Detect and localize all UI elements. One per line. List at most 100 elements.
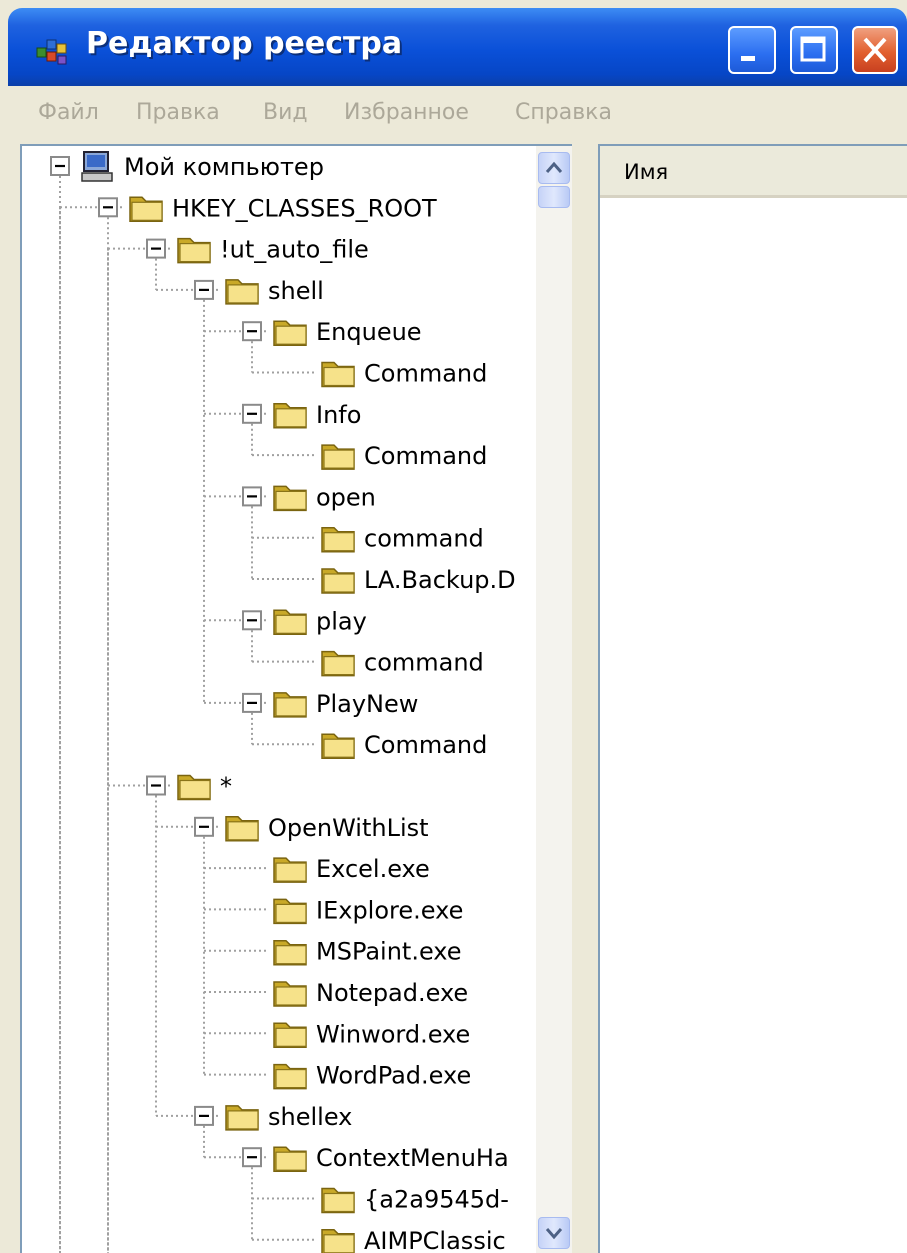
tree-node[interactable]: Command: [321, 731, 487, 759]
folder-icon: [321, 568, 355, 594]
collapse-toggle[interactable]: [242, 486, 262, 507]
tree-node-label: Notepad.exe: [316, 979, 468, 1007]
tree-node[interactable]: Notepad.exe: [273, 979, 468, 1007]
tree-node-label: open: [316, 483, 376, 511]
tree-node[interactable]: Enqueue: [242, 318, 422, 346]
collapse-toggle[interactable]: [242, 403, 262, 424]
tree-node-label: OpenWithList: [268, 814, 429, 842]
tree-node-label: PlayNew: [316, 690, 418, 718]
collapse-toggle[interactable]: [50, 156, 70, 176]
folder-icon: [273, 692, 307, 718]
tree-node-label: play: [316, 607, 367, 635]
tree-node[interactable]: {a2a9545d-: [321, 1186, 509, 1214]
tree-node-label: !ut_auto_file: [220, 236, 369, 264]
tree-node-label: Мой компьютер: [124, 153, 324, 181]
folder-icon: [273, 857, 307, 883]
collapse-toggle[interactable]: [194, 816, 214, 837]
tree-node[interactable]: Command: [321, 442, 487, 470]
tree-node-label: MSPaint.exe: [316, 938, 462, 966]
tree-node[interactable]: OpenWithList: [194, 814, 429, 842]
collapse-toggle[interactable]: [242, 1147, 262, 1168]
menu-bar: Файл Правка Вид Избранное Справка: [8, 86, 907, 142]
close-button[interactable]: [852, 26, 898, 74]
tree-node-label: shell: [268, 277, 324, 305]
folder-icon: [273, 1146, 307, 1172]
collapse-toggle[interactable]: [146, 775, 166, 796]
collapse-toggle[interactable]: [242, 321, 262, 342]
folder-icon: [177, 237, 211, 264]
tree-node-label: ContextMenuHa: [316, 1144, 509, 1172]
tree-node-label: IExplore.exe: [316, 896, 463, 924]
tree-node-label: LA.Backup.D: [364, 566, 516, 594]
collapse-toggle[interactable]: [146, 238, 166, 259]
tree-node[interactable]: *: [146, 773, 232, 801]
scroll-up-button[interactable]: [538, 152, 570, 184]
folder-icon: [273, 939, 307, 966]
folder-icon: [129, 196, 163, 223]
tree-node[interactable]: LA.Backup.D: [321, 566, 516, 594]
tree-node-label: Excel.exe: [316, 855, 430, 883]
tree-vertical-scrollbar[interactable]: [536, 146, 572, 1253]
collapse-toggle[interactable]: [194, 1105, 214, 1126]
tree-node[interactable]: PlayNew: [242, 690, 418, 718]
folder-icon: [273, 1063, 307, 1090]
tree-node[interactable]: Excel.exe: [273, 855, 430, 883]
folder-icon: [273, 485, 307, 512]
menu-help[interactable]: Справка: [515, 100, 612, 125]
tree-node[interactable]: !ut_auto_file: [146, 236, 369, 264]
tree-node[interactable]: Info: [242, 401, 361, 429]
tree-node[interactable]: AIMPClassic: [321, 1227, 506, 1253]
scroll-down-button[interactable]: [538, 1217, 570, 1249]
collapse-toggle[interactable]: [194, 279, 214, 300]
column-header-label: Имя: [624, 160, 669, 184]
tree-node[interactable]: WordPad.exe: [273, 1062, 471, 1090]
collapse-toggle[interactable]: [98, 197, 118, 218]
menu-view[interactable]: Вид: [263, 100, 308, 125]
tree-node[interactable]: shell: [194, 277, 324, 305]
registry-tree: Мой компьютер HKEY_CLASSES_ROOT !ut_auto_f…: [50, 151, 516, 1253]
scroll-thumb[interactable]: [538, 186, 570, 208]
minimize-button[interactable]: [728, 26, 776, 74]
tree-node[interactable]: open: [242, 483, 376, 512]
tree-node-label: command: [364, 649, 484, 677]
tree-node[interactable]: MSPaint.exe: [273, 938, 462, 966]
menu-favorites[interactable]: Избранное: [344, 100, 469, 125]
tree-node[interactable]: play: [242, 607, 367, 635]
tree-node[interactable]: IExplore.exe: [273, 896, 463, 924]
title-bar[interactable]: Редактор реестра: [8, 8, 907, 86]
tree-node[interactable]: Winword.exe: [273, 1020, 470, 1049]
folder-icon: [321, 650, 355, 677]
folder-icon: [321, 733, 355, 759]
tree-node-label: {a2a9545d-: [364, 1186, 509, 1214]
tree-node[interactable]: Мой компьютер: [50, 151, 324, 182]
tree-node[interactable]: ContextMenuHa: [242, 1144, 509, 1172]
collapse-toggle[interactable]: [242, 610, 262, 631]
tree-node-label: Info: [316, 401, 361, 429]
menu-file[interactable]: Файл: [38, 100, 99, 125]
tree-node-label: Enqueue: [316, 318, 422, 346]
folder-icon: [273, 320, 307, 346]
tree-node[interactable]: command: [321, 525, 484, 553]
registry-tree-pane[interactable]: Мой компьютер HKEY_CLASSES_ROOT !ut_auto_f…: [20, 144, 572, 1253]
chevron-up-icon: [545, 161, 563, 173]
tree-node-label: shellex: [268, 1103, 352, 1131]
pane-splitter[interactable]: [572, 144, 598, 1253]
tree-node[interactable]: HKEY_CLASSES_ROOT: [98, 194, 437, 223]
maximize-button[interactable]: [790, 26, 838, 74]
tree-node-label: WordPad.exe: [316, 1062, 471, 1090]
collapse-toggle[interactable]: [242, 692, 262, 713]
tree-node[interactable]: shellex: [194, 1103, 352, 1131]
folder-icon: [321, 361, 355, 388]
column-header-name[interactable]: Имя: [600, 146, 907, 198]
folder-icon: [273, 1022, 307, 1049]
tree-node-label: Command: [364, 442, 487, 470]
tree-node-label: Winword.exe: [316, 1020, 470, 1048]
tree-node[interactable]: Command: [321, 360, 487, 388]
tree-node[interactable]: command: [321, 649, 484, 677]
close-icon: [863, 37, 887, 63]
folder-icon: [225, 279, 259, 305]
folder-icon: [225, 1105, 259, 1131]
values-list-pane[interactable]: Имя: [598, 144, 907, 1253]
registry-editor-window: Редактор реестра Файл Правка Вид Избранн…: [0, 0, 907, 1253]
menu-edit[interactable]: Правка: [136, 100, 220, 125]
